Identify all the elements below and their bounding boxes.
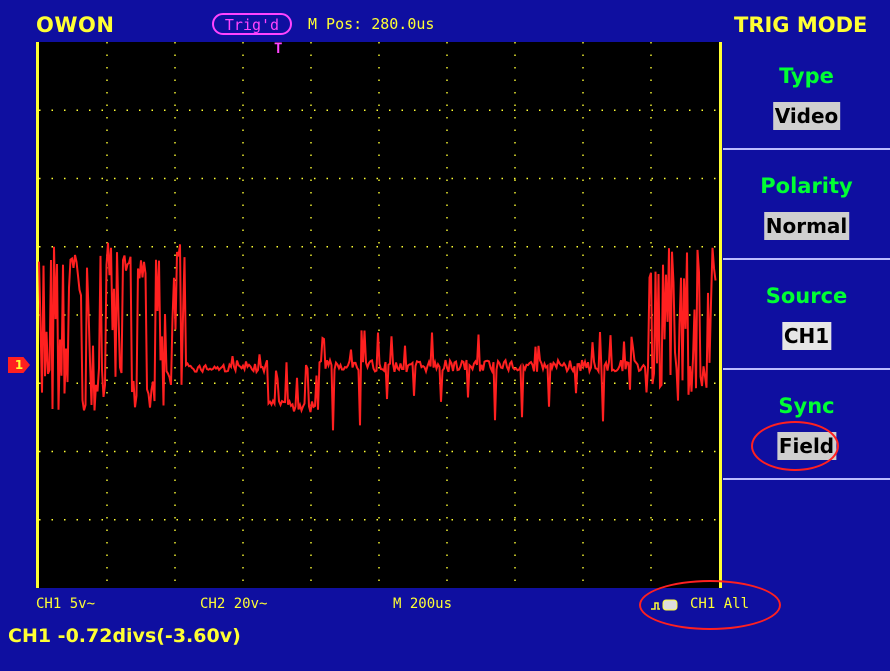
trigger-menu: Type Video Polarity Normal Source CH1 Sy… xyxy=(723,42,890,588)
menu-label-type: Type xyxy=(779,64,834,88)
menu-value-polarity: Normal xyxy=(763,212,850,240)
menu-item-polarity[interactable]: Polarity Normal xyxy=(723,152,890,260)
trigger-position-marker[interactable]: T xyxy=(274,42,282,56)
waveform-canvas xyxy=(38,42,719,588)
main-position-readout: M Pos: 280.0us xyxy=(308,15,435,33)
graticule-grid xyxy=(39,42,719,588)
menu-value-type: Video xyxy=(772,102,841,130)
menu-label-polarity: Polarity xyxy=(760,174,853,198)
menu-value-source: CH1 xyxy=(781,322,832,350)
top-bar: OWON Trig'd M Pos: 280.0us TRIG MODE xyxy=(0,0,890,42)
menu-label-source: Source xyxy=(765,284,848,308)
status-readout: CH1 -0.72divs(-3.60v) xyxy=(8,625,241,647)
ch1-level-marker[interactable]: 1 xyxy=(8,357,30,373)
ch1-scale-readout: CH1 5v~ xyxy=(36,596,96,612)
trigger-status-badge: Trig'd xyxy=(212,13,292,35)
sync-highlight-ring xyxy=(751,421,839,471)
menu-item-type[interactable]: Type Video xyxy=(723,42,890,150)
menu-item-empty xyxy=(723,482,890,590)
timebase-readout: M 200us xyxy=(393,596,453,612)
ch1-waveform-trace xyxy=(38,242,717,431)
brand-logo: OWON xyxy=(36,13,115,37)
menu-label-sync: Sync xyxy=(778,394,835,418)
menu-title: TRIG MODE xyxy=(734,13,868,37)
trigger-source-highlight-ring xyxy=(639,580,781,630)
menu-item-source[interactable]: Source CH1 xyxy=(723,262,890,370)
ch2-scale-readout: CH2 20v~ xyxy=(200,596,268,612)
